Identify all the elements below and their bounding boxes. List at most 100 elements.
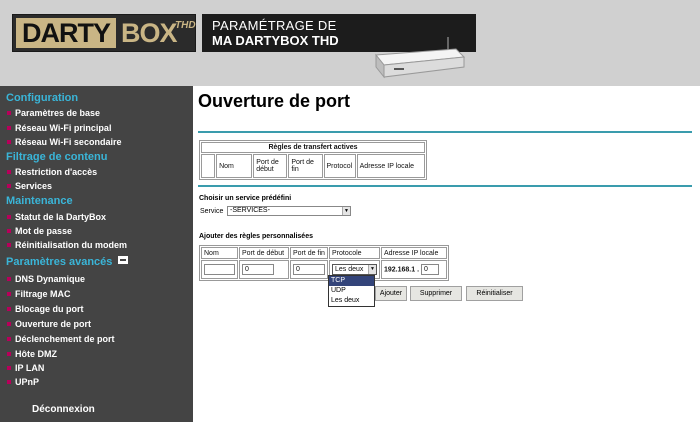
- logo-thd: THD: [175, 20, 196, 31]
- cell-adresse-ip: 192.168.1 . 0: [381, 260, 447, 279]
- section-filtrage: Filtrage de contenu: [6, 151, 108, 163]
- bullet-icon: [7, 140, 11, 144]
- nav-label: DNS Dynamique: [15, 274, 86, 284]
- bullet-icon: [7, 307, 11, 311]
- divider: [198, 185, 692, 187]
- protocol-dropdown-list: TCP UDP Les deux: [328, 275, 375, 307]
- nav-reseau-wifi-principal[interactable]: Réseau Wi-Fi principal: [7, 123, 111, 133]
- active-rules-caption: Règles de transfert actives: [201, 142, 425, 153]
- col-port-fin: Port de fin: [288, 154, 323, 178]
- nav-mot-de-passe[interactable]: Mot de passe: [7, 226, 72, 236]
- cell-nom: [201, 260, 238, 279]
- nav-upnp[interactable]: UPnP: [7, 377, 39, 387]
- protocol-option-les-deux[interactable]: Les deux: [329, 296, 374, 306]
- cell-port-fin: 0: [290, 260, 328, 279]
- col-nom: Nom: [201, 247, 238, 259]
- nav-label: Déclenchement de port: [15, 334, 115, 344]
- remove-button[interactable]: Supprimer: [410, 286, 462, 301]
- service-label: Service: [200, 208, 224, 215]
- sidebar: Configuration Paramètres de base Réseau …: [0, 86, 193, 422]
- chevron-down-icon: ▼: [368, 265, 376, 274]
- bullet-icon: [7, 352, 11, 356]
- col-port-debut: Port de début: [253, 154, 288, 178]
- col-port-debut: Port de début: [239, 247, 289, 259]
- table-header-row: Nom Port de début Port de fin Protocole …: [201, 247, 447, 259]
- bullet-icon: [7, 170, 11, 174]
- section-maintenance: Maintenance: [6, 195, 73, 207]
- bullet-icon: [7, 277, 11, 281]
- name-input[interactable]: [204, 264, 235, 275]
- section-parametres-avances: Paramètres avancés: [6, 256, 129, 268]
- port-end-input[interactable]: 0: [293, 264, 325, 275]
- protocol-select[interactable]: Les deux ▼: [332, 264, 377, 275]
- chevron-down-icon: ▼: [342, 207, 350, 215]
- nav-label: Réseau Wi-Fi principal: [15, 123, 112, 133]
- nav-hote-dmz[interactable]: Hôte DMZ: [7, 349, 57, 359]
- bullet-icon: [7, 337, 11, 341]
- cell-port-debut: 0: [239, 260, 289, 279]
- bullet-icon: [7, 292, 11, 296]
- predefined-heading: Choisir un service prédéfini: [199, 195, 292, 202]
- bullet-icon: [7, 243, 11, 247]
- col-select: [201, 154, 216, 178]
- logo-box: BOX: [121, 18, 178, 48]
- table-caption-row: Règles de transfert actives: [201, 142, 425, 153]
- nav-label: Statut de la DartyBox: [15, 212, 107, 222]
- protocol-option-udp[interactable]: UDP: [329, 286, 374, 296]
- bullet-icon: [7, 380, 11, 384]
- col-port-fin: Port de fin: [290, 247, 328, 259]
- ip-prefix: 192.168.1 .: [384, 266, 420, 274]
- nav-ouverture-port[interactable]: Ouverture de port: [7, 319, 91, 329]
- port-start-input[interactable]: 0: [242, 264, 274, 275]
- nav-statut-dartybox[interactable]: Statut de la DartyBox: [7, 212, 106, 222]
- nav-dns-dynamique[interactable]: DNS Dynamique: [7, 274, 85, 284]
- nav-label: Paramètres de base: [15, 108, 101, 118]
- table-row: 0 0 Les deux ▼ 192.168.1 . 0: [201, 260, 447, 279]
- logo-darty: DARTY: [16, 18, 116, 48]
- nav-label: Blocage du port: [15, 304, 84, 314]
- service-select-value: -SERVICES-: [230, 207, 270, 214]
- custom-heading: Ajouter des règles personnalisées: [199, 233, 313, 240]
- nav-label: Mot de passe: [15, 226, 73, 236]
- bullet-icon: [7, 215, 11, 219]
- nav-blocage-port[interactable]: Blocage du port: [7, 304, 84, 314]
- dartybox-logo: DARTY BOX THD: [12, 14, 196, 52]
- bullet-icon: [7, 322, 11, 326]
- nav-label: Restriction d'accès: [15, 167, 98, 177]
- nav-filtrage-mac[interactable]: Filtrage MAC: [7, 289, 71, 299]
- bullet-icon: [7, 126, 11, 130]
- ip-last-octet-input[interactable]: 0: [420, 264, 439, 275]
- nav-restriction-acces[interactable]: Restriction d'accès: [7, 167, 97, 177]
- bullet-icon: [7, 229, 11, 233]
- nav-label: Hôte DMZ: [15, 349, 57, 359]
- nav-declenchement-port[interactable]: Déclenchement de port: [7, 334, 115, 344]
- nav-parametres-de-base[interactable]: Paramètres de base: [7, 108, 100, 118]
- protocol-option-tcp[interactable]: TCP: [329, 276, 374, 286]
- nav-label: Réinitialisation du modem: [15, 240, 128, 250]
- col-protocole: Protocole: [329, 247, 380, 259]
- nav-label: Filtrage MAC: [15, 289, 71, 299]
- bullet-icon: [7, 366, 11, 370]
- nav-reinitialisation-modem[interactable]: Réinitialisation du modem: [7, 240, 127, 250]
- tagline-line1: PARAMÉTRAGE DE: [212, 18, 337, 33]
- router-image: [375, 37, 466, 79]
- nav-reseau-wifi-secondaire[interactable]: Réseau Wi-Fi secondaire: [7, 137, 121, 147]
- page-title: Ouverture de port: [198, 91, 351, 111]
- service-select[interactable]: -SERVICES- ▼: [227, 206, 351, 216]
- nav-services[interactable]: Services: [7, 181, 52, 191]
- add-button[interactable]: Ajouter: [375, 286, 407, 301]
- section-label: Paramètres avancés: [6, 256, 113, 268]
- header: DARTY BOX THD PARAMÉTRAGE DE MA DARTYBOX…: [0, 0, 700, 86]
- bullet-icon: [7, 111, 11, 115]
- nav-ip-lan[interactable]: IP LAN: [7, 363, 44, 373]
- reset-button[interactable]: Réinitialiser: [466, 286, 523, 301]
- logout-link[interactable]: Déconnexion: [32, 404, 95, 415]
- nav-label: UPnP: [15, 377, 40, 387]
- col-adresse-ip: Adresse IP locale: [381, 247, 447, 259]
- collapse-icon[interactable]: [118, 256, 129, 264]
- custom-rules-table: Nom Port de début Port de fin Protocole …: [199, 245, 449, 281]
- col-protocol: Protocol: [323, 154, 356, 178]
- nav-label: Services: [15, 181, 53, 191]
- nav-label: Réseau Wi-Fi secondaire: [15, 137, 122, 147]
- col-adresse-ip: Adresse IP locale: [356, 154, 425, 178]
